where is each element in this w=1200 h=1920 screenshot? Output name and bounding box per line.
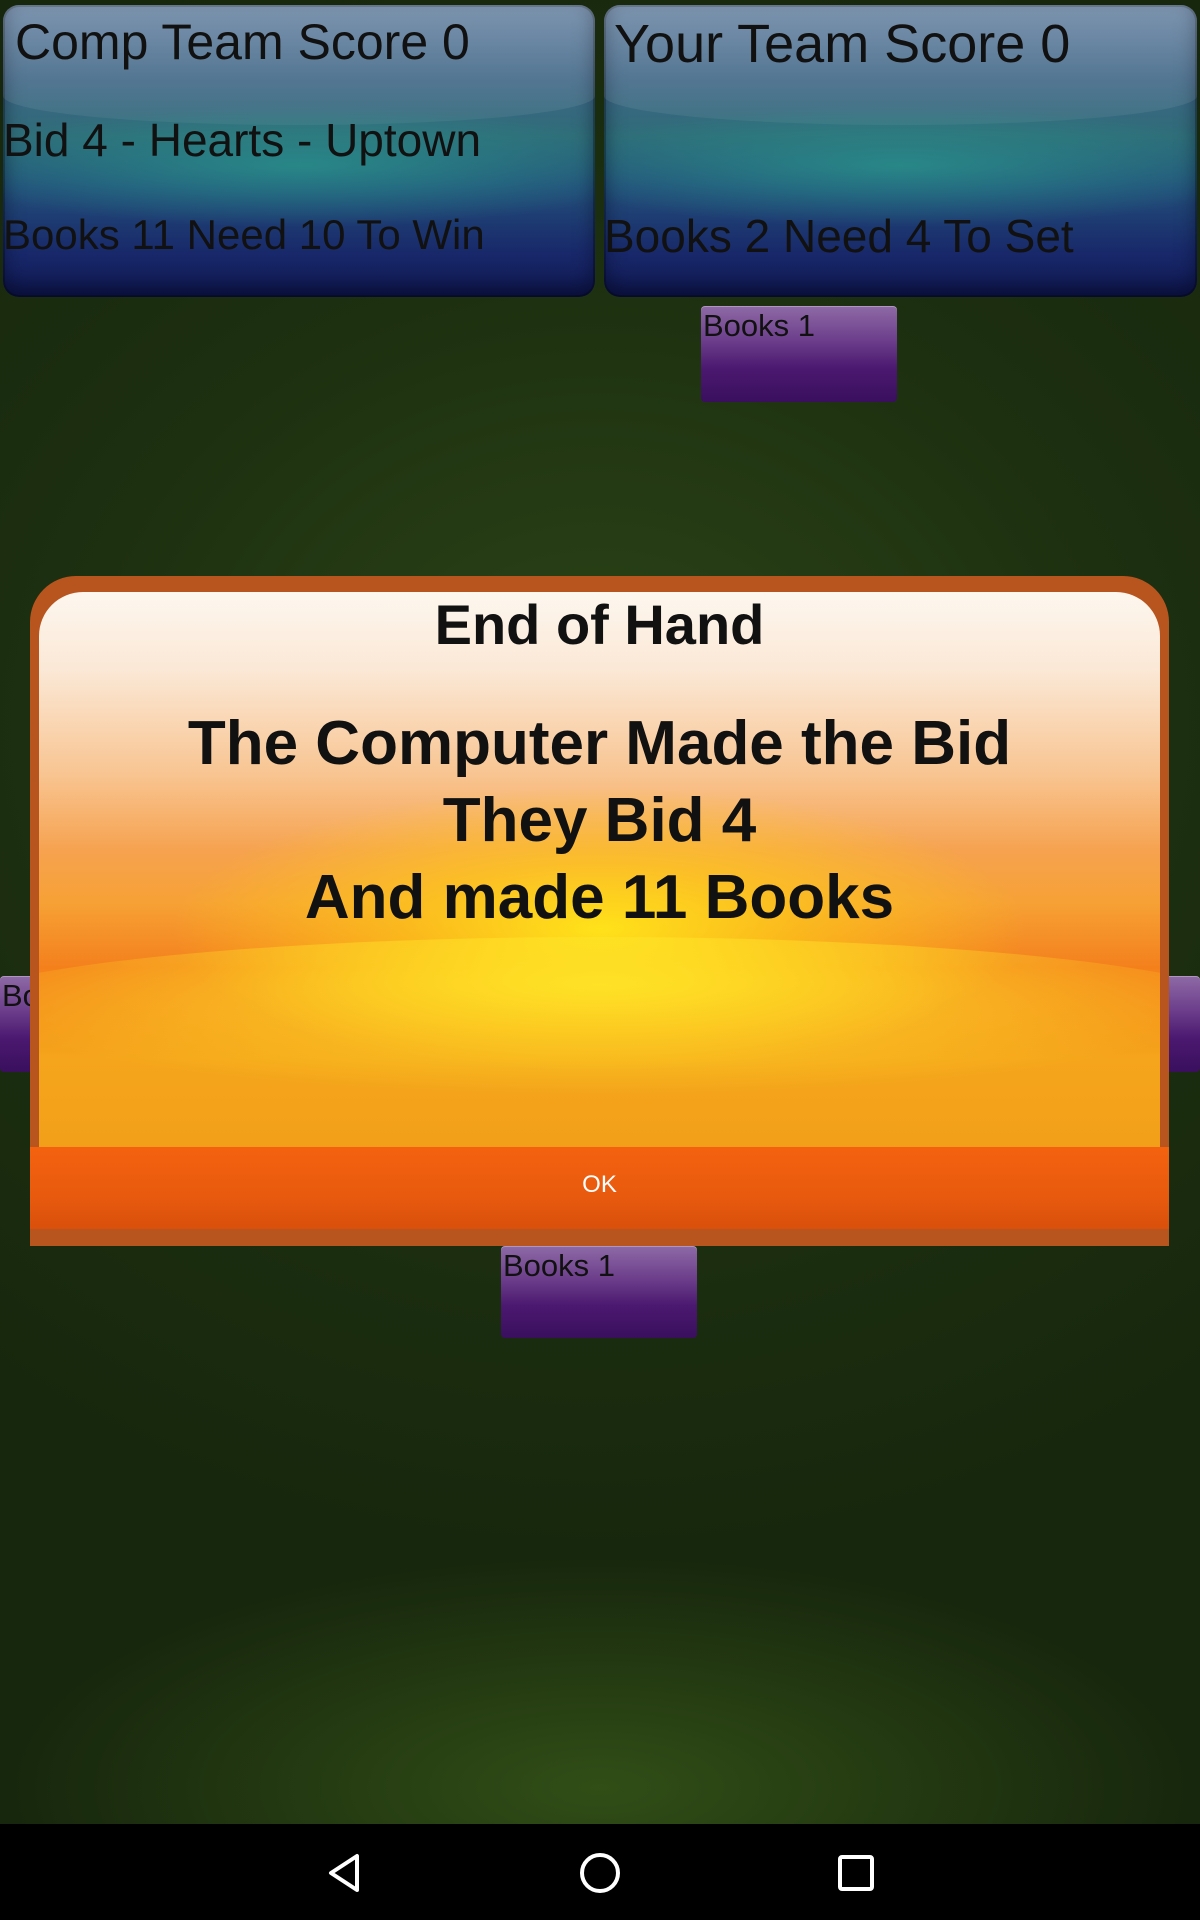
home-button[interactable] [575, 1848, 625, 1898]
dialog-title: End of Hand [434, 593, 765, 656]
your-team-books: Books 2 Need 4 To Set [604, 210, 1074, 262]
books-tag-bottom-player: Books 1 [501, 1246, 697, 1338]
dialog-message-line2: They Bid 4 [442, 786, 757, 855]
comp-team-bid: Bid 4 - Hearts - Uptown [3, 114, 482, 166]
back-triangle-icon [329, 1854, 359, 1892]
dialog-swoop-decoration [39, 937, 1160, 1097]
dialog-body: End of Hand The Computer Made the Bid Th… [39, 592, 1160, 1240]
back-button[interactable] [321, 1848, 371, 1898]
ok-button-label: OK [582, 1171, 617, 1198]
books-tag-top-player: Books 1 [701, 306, 897, 402]
ok-button[interactable]: OK [30, 1147, 1169, 1229]
your-team-panel: Your Team Score 0 Books 2 Need 4 To Set [604, 5, 1197, 297]
recents-button[interactable] [831, 1848, 881, 1898]
dialog-bottom-edge [30, 1229, 1169, 1246]
dialog-message-line3: And made 11 Books [304, 863, 895, 932]
books-tag-label: Books 1 [703, 308, 816, 343]
books-tag-label: Books 1 [503, 1248, 616, 1283]
end-of-hand-dialog: End of Hand The Computer Made the Bid Th… [30, 576, 1169, 1246]
comp-team-score: Comp Team Score 0 [15, 14, 470, 70]
comp-team-panel: Comp Team Score 0 Bid 4 - Hearts - Uptow… [3, 5, 595, 297]
dialog-message-line1: The Computer Made the Bid [187, 709, 1012, 778]
home-circle-icon [580, 1853, 620, 1893]
your-team-score: Your Team Score 0 [614, 14, 1071, 74]
recents-square-icon [838, 1855, 874, 1891]
navigation-bar [0, 1824, 1200, 1920]
comp-team-books: Books 11 Need 10 To Win [3, 211, 485, 258]
